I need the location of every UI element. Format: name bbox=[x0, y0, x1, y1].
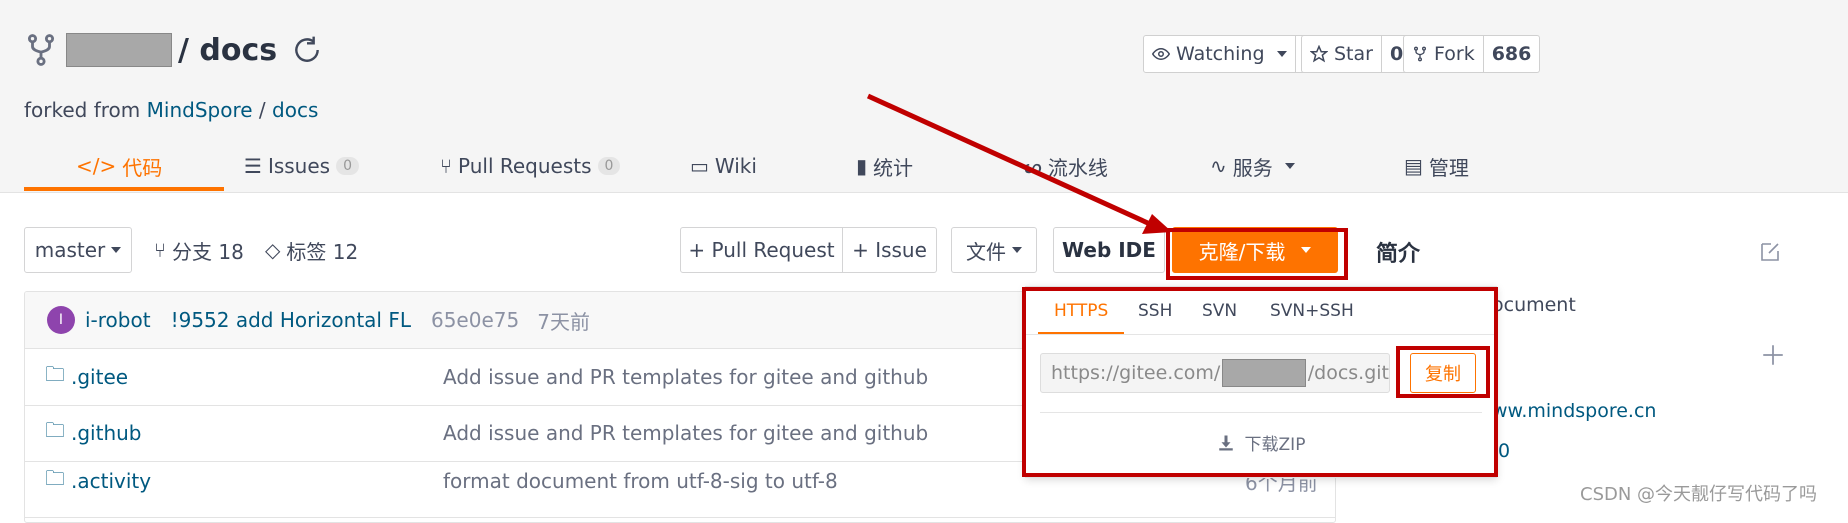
book-icon: ▭ bbox=[690, 154, 709, 178]
repo-title: / docs bbox=[24, 30, 323, 70]
issues-count-badge: 0 bbox=[336, 157, 359, 175]
plus-icon[interactable] bbox=[1760, 342, 1786, 368]
code-icon: </> bbox=[76, 154, 117, 178]
commit-time: 7天前 bbox=[537, 309, 590, 334]
pr-count-badge: 0 bbox=[597, 157, 621, 175]
commit-author[interactable]: i-robot bbox=[85, 308, 151, 332]
fork-icon bbox=[27, 34, 55, 66]
fork-icon bbox=[1414, 46, 1426, 62]
tab-wiki[interactable]: ▭ Wiki bbox=[690, 140, 757, 192]
chevron-down-icon bbox=[111, 247, 122, 253]
tag-icon: ◇ bbox=[265, 238, 281, 262]
forked-repo-link[interactable]: docs bbox=[272, 98, 318, 122]
forked-from: forked from MindSpore / docs bbox=[24, 98, 319, 122]
sync-icon[interactable] bbox=[291, 34, 323, 66]
folder-icon: 🗀 bbox=[45, 466, 65, 490]
new-issue-button[interactable]: + Issue bbox=[842, 227, 937, 273]
folder-icon: 🗀 bbox=[45, 418, 65, 442]
file-menu-button[interactable]: 文件 bbox=[951, 227, 1037, 273]
chevron-down-icon bbox=[1276, 51, 1287, 57]
folder-icon: 🗀 bbox=[45, 362, 65, 386]
tab-services[interactable]: ∿ 服务 bbox=[1210, 140, 1295, 192]
pulse-icon: ∿ bbox=[1210, 154, 1227, 178]
tab-pull-requests[interactable]: ⑂ Pull Requests 0 bbox=[440, 140, 621, 192]
new-pull-request-button[interactable]: + Pull Request bbox=[680, 227, 843, 273]
homepage-link[interactable]: ww.mindspore.cn bbox=[1492, 400, 1656, 422]
fork-button[interactable]: Fork 686 bbox=[1403, 35, 1541, 73]
repo-tabs: </> 代码 ☰ Issues 0 ⑂ Pull Requests 0 ▭ Wi… bbox=[24, 140, 1824, 192]
tab-pipeline[interactable]: ᔕ 流水线 bbox=[1024, 140, 1108, 192]
web-ide-button[interactable]: Web IDE bbox=[1053, 227, 1165, 273]
branch-icon: ⑂ bbox=[154, 238, 166, 262]
edit-icon[interactable] bbox=[1758, 240, 1782, 264]
watch-button[interactable]: Watching 1 bbox=[1143, 35, 1326, 73]
chevron-down-icon bbox=[1284, 163, 1295, 169]
branch-select[interactable]: master bbox=[24, 227, 132, 273]
branches-link[interactable]: ⑂ 分支 18 bbox=[154, 227, 244, 273]
pull-request-icon: ⑂ bbox=[440, 154, 452, 178]
fork-count[interactable]: 686 bbox=[1484, 36, 1540, 72]
document-icon: ▤ bbox=[1404, 154, 1423, 178]
star-button[interactable]: Star 0 bbox=[1301, 35, 1413, 73]
sidebar-title: 简介 bbox=[1376, 242, 1421, 267]
tab-manage[interactable]: ▤ 管理 bbox=[1404, 140, 1469, 192]
watermark: CSDN @今天靓仔写代码了吗 bbox=[1580, 484, 1818, 505]
pipeline-icon: ᔕ bbox=[1024, 154, 1042, 178]
commit-hash[interactable]: 65e0e75 bbox=[431, 308, 519, 332]
tab-issues[interactable]: ☰ Issues 0 bbox=[244, 140, 359, 192]
chevron-down-icon bbox=[1012, 247, 1022, 253]
avatar[interactable]: I bbox=[47, 306, 75, 334]
tab-code[interactable]: </> 代码 bbox=[76, 140, 162, 192]
repo-name[interactable]: / docs bbox=[178, 33, 277, 68]
annotation-box-clone bbox=[1166, 228, 1348, 280]
redacted-owner bbox=[66, 33, 172, 67]
commit-message[interactable]: !9552 add Horizontal FL bbox=[171, 308, 411, 332]
forked-owner-link[interactable]: MindSpore bbox=[147, 98, 253, 122]
star-icon bbox=[1310, 45, 1328, 63]
active-tab-indicator bbox=[24, 187, 224, 191]
issues-icon: ☰ bbox=[244, 154, 262, 178]
annotation-box-copy bbox=[1396, 346, 1490, 398]
eye-icon bbox=[1152, 47, 1170, 61]
repo-description: ocument bbox=[1492, 294, 1576, 316]
tab-stats[interactable]: ▮ 统计 bbox=[856, 140, 913, 192]
bar-chart-icon: ▮ bbox=[856, 154, 868, 178]
tags-link[interactable]: ◇ 标签 12 bbox=[265, 227, 358, 273]
